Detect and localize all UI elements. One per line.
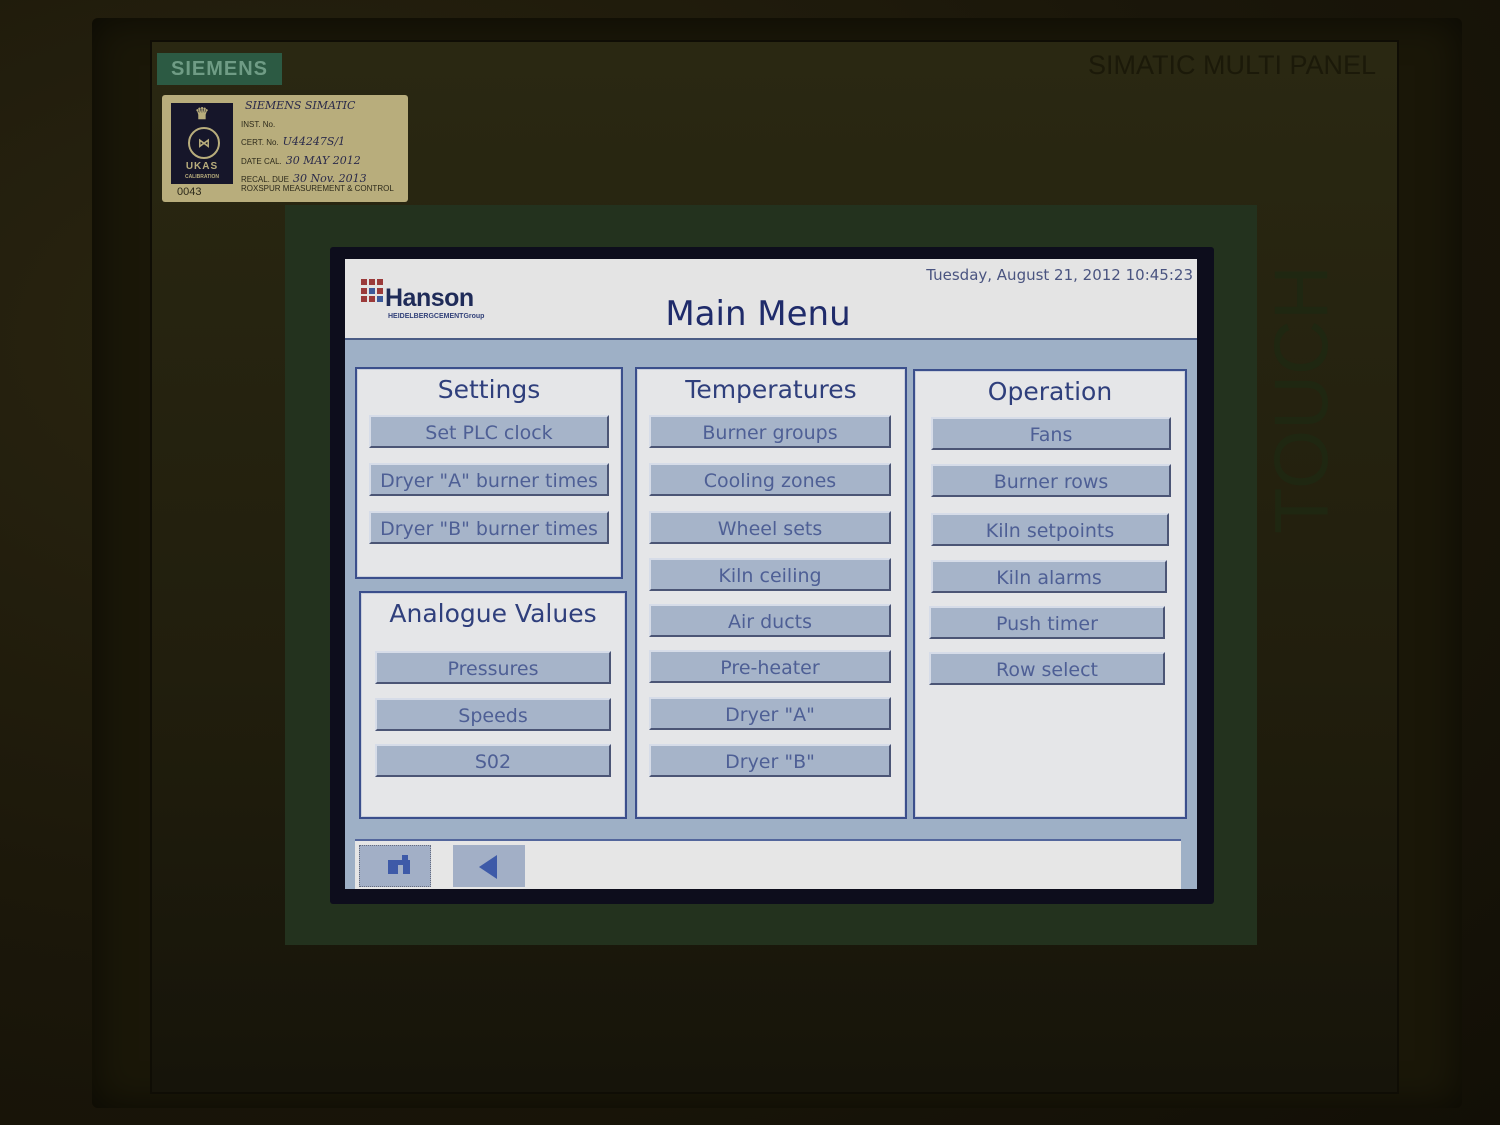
model-label: SIMATIC MULTI PANEL bbox=[1088, 50, 1377, 80]
operation-group: Operation Fans Burner rows Kiln setpoint… bbox=[913, 369, 1187, 819]
ukas-emblem-icon: ⋈ bbox=[188, 127, 220, 159]
calibration-details: SIEMENS SIMATIC INST. No. CERT. No. U4424… bbox=[241, 97, 367, 189]
recal-due-label: RECAL. DUE bbox=[241, 175, 290, 184]
set-plc-clock-button[interactable]: Set PLC clock bbox=[369, 415, 609, 448]
home-icon bbox=[388, 855, 410, 874]
date-cal: 30 MAY 2012 bbox=[285, 153, 361, 167]
home-button[interactable] bbox=[359, 845, 431, 887]
temperatures-title: Temperatures bbox=[685, 375, 857, 404]
temperatures-group: Temperatures Burner groups Cooling zones… bbox=[635, 367, 907, 819]
hmi-screen: Hanson HEIDELBERGCEMENTGroup Main Menu T… bbox=[345, 259, 1197, 889]
kiln-setpoints-button[interactable]: Kiln setpoints bbox=[931, 513, 1169, 546]
calibration-issuer: ROXSPUR MEASUREMENT & CONTROL bbox=[241, 184, 394, 193]
back-button[interactable] bbox=[453, 845, 525, 887]
date-cal-label: DATE CAL. bbox=[241, 156, 282, 166]
row-select-button[interactable]: Row select bbox=[929, 652, 1165, 685]
dryer-b-button[interactable]: Dryer "B" bbox=[649, 744, 891, 777]
burner-groups-button[interactable]: Burner groups bbox=[649, 415, 891, 448]
burner-rows-button[interactable]: Burner rows bbox=[931, 464, 1171, 497]
kiln-alarms-button[interactable]: Kiln alarms bbox=[931, 560, 1167, 593]
wheel-sets-button[interactable]: Wheel sets bbox=[649, 511, 891, 544]
fans-button[interactable]: Fans bbox=[931, 417, 1171, 450]
settings-group: Settings Set PLC clock Dryer "A" burner … bbox=[355, 367, 623, 579]
air-ducts-button[interactable]: Air ducts bbox=[649, 604, 891, 637]
analogue-values-title: Analogue Values bbox=[389, 599, 597, 628]
touch-label: TOUCH bbox=[1259, 265, 1345, 535]
inst-no-label: INST. No. bbox=[241, 119, 276, 129]
pressures-button[interactable]: Pressures bbox=[375, 651, 611, 684]
instrument-name: SIEMENS SIMATIC bbox=[245, 99, 356, 112]
ukas-number: 0043 bbox=[177, 186, 202, 198]
ukas-text: UKAS bbox=[185, 161, 219, 172]
dryer-b-burner-times-button[interactable]: Dryer "B" burner times bbox=[369, 511, 609, 544]
pre-heater-button[interactable]: Pre-heater bbox=[649, 650, 891, 683]
push-timer-button[interactable]: Push timer bbox=[929, 606, 1165, 639]
ukas-subtext: CALIBRATION bbox=[184, 174, 220, 180]
crown-icon: ♛ bbox=[194, 106, 210, 123]
cert-no-label: CERT. No. bbox=[241, 138, 279, 147]
operation-title: Operation bbox=[987, 377, 1113, 406]
calibration-sticker: ♛ ⋈ UKAS CALIBRATION 0043 SIEMENS SIMATI… bbox=[162, 95, 408, 202]
speeds-button[interactable]: Speeds bbox=[375, 698, 611, 731]
footer-bar bbox=[355, 839, 1181, 889]
analogue-values-group: Analogue Values Pressures Speeds S02 bbox=[359, 591, 627, 819]
back-arrow-icon bbox=[479, 855, 497, 879]
dryer-a-button[interactable]: Dryer "A" bbox=[649, 697, 891, 730]
header-bar: Hanson HEIDELBERGCEMENTGroup Main Menu T… bbox=[345, 259, 1197, 340]
ukas-badge: ♛ ⋈ UKAS CALIBRATION bbox=[171, 103, 233, 184]
dryer-a-burner-times-button[interactable]: Dryer "A" burner times bbox=[369, 463, 609, 496]
kiln-ceiling-button[interactable]: Kiln ceiling bbox=[649, 558, 891, 591]
so2-button[interactable]: S02 bbox=[375, 744, 611, 777]
cert-no: U44247S/1 bbox=[282, 135, 346, 148]
page-title: Main Menu bbox=[665, 294, 851, 334]
siemens-logo: SIEMENS bbox=[157, 53, 282, 85]
datetime-display: Tuesday, August 21, 2012 10:45:23 bbox=[926, 266, 1193, 284]
cooling-zones-button[interactable]: Cooling zones bbox=[649, 463, 891, 496]
settings-title: Settings bbox=[437, 375, 541, 404]
